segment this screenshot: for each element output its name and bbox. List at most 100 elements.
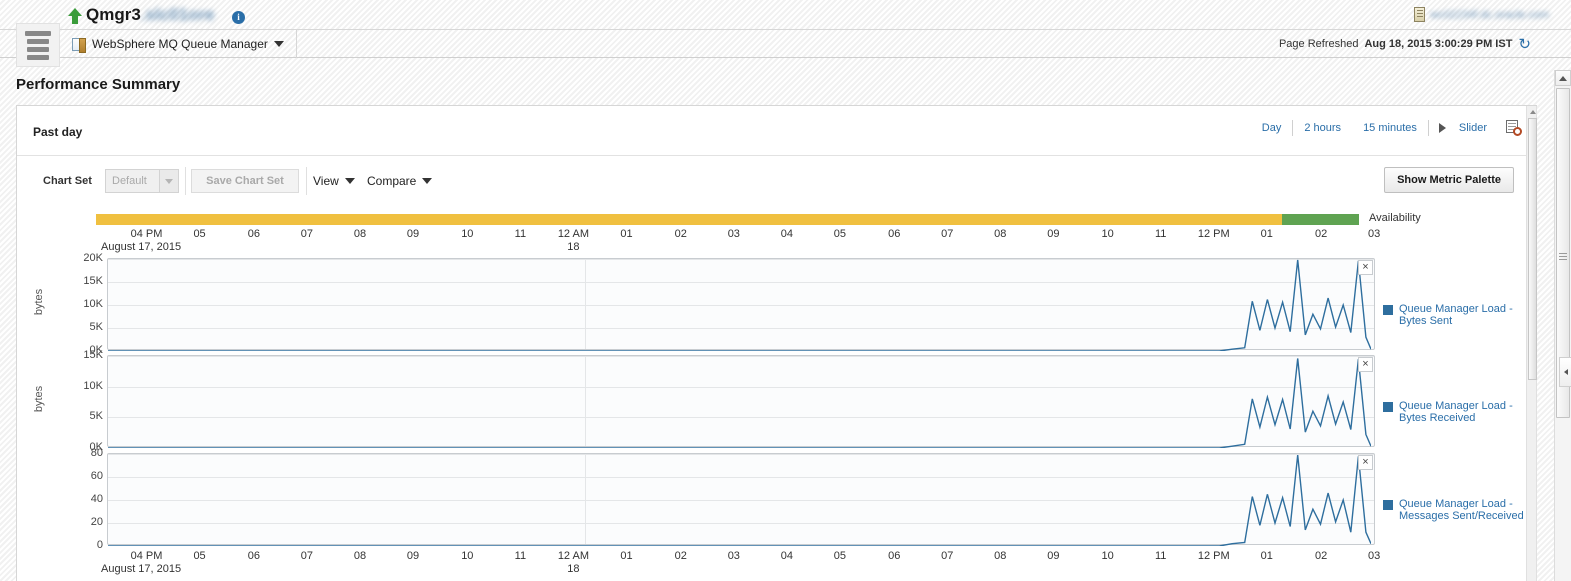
axis-tick-4: 08 — [354, 228, 366, 241]
axis-tick-4: 08 — [354, 550, 366, 563]
close-chart-icon[interactable]: × — [1358, 455, 1373, 470]
slider-link[interactable]: Slider — [1448, 122, 1498, 134]
axis-tick-6: 10 — [461, 550, 473, 563]
panel-scroll-thumb[interactable] — [1528, 118, 1537, 380]
axis-tick-label: 08 — [353, 550, 367, 562]
axis-tick-18: 10 — [1102, 550, 1114, 563]
y-axis-1: 0K 5K 10K 15K bytes — [17, 349, 103, 453]
legend-swatch — [1383, 402, 1393, 412]
axis-tick-9: 01 — [620, 228, 632, 241]
show-metric-palette-button[interactable]: Show Metric Palette — [1384, 167, 1514, 193]
y-tick-label: 80 — [90, 447, 103, 459]
series-line-0 — [108, 259, 1371, 351]
axis-tick-label: 01 — [620, 550, 633, 562]
axis-tick-label: 01 — [1260, 228, 1273, 240]
axis-tick-17: 09 — [1047, 550, 1059, 563]
range-link-15-minutes[interactable]: 15 minutes — [1352, 122, 1428, 134]
y-tick-label: 15K — [83, 349, 103, 361]
legend-label[interactable]: Queue Manager Load - Messages Sent/Recei… — [1399, 498, 1527, 522]
axis-tick-sublabel: 18 — [567, 563, 580, 575]
legend-label[interactable]: Queue Manager Load - Bytes Sent — [1399, 303, 1527, 327]
bottom-axis-ticks: 04 PM 05 06 07 08 09 10 11 12 AM 18 01 02 03 04 05 06 07… — [96, 550, 1381, 580]
axis-tick-label: 05 — [833, 550, 847, 562]
axis-tick-15: 07 — [941, 550, 953, 563]
axis-tick-22: 02 — [1315, 550, 1327, 563]
calendar-clock-icon[interactable] — [1506, 120, 1522, 136]
axis-tick-23: 03 — [1368, 550, 1380, 563]
range-link-2-hours[interactable]: 2 hours — [1293, 122, 1352, 134]
toolbar-divider-1 — [185, 167, 186, 195]
axis-tick-5: 09 — [407, 228, 419, 241]
axis-tick-label: 12 AM — [557, 228, 589, 240]
axis-tick-6: 10 — [461, 228, 473, 241]
axis-tick-label: 04 — [780, 550, 793, 562]
axis-tick-label: 02 — [1314, 550, 1328, 562]
series-line-1 — [108, 358, 1371, 448]
slider-expand-icon[interactable] — [1438, 123, 1446, 133]
target-type-label: WebSphere MQ Queue Manager — [92, 37, 268, 51]
axis-tick-label: 09 — [406, 228, 420, 240]
availability-bar[interactable] — [96, 214, 1359, 225]
axis-tick-16: 08 — [994, 550, 1006, 563]
y-axis-title: bytes — [33, 288, 45, 316]
info-icon[interactable]: i — [232, 11, 245, 24]
target-type-menu[interactable]: WebSphere MQ Queue Manager — [70, 30, 297, 58]
axis-tick-8: 12 AM 18 — [558, 550, 589, 576]
chart-legend-1: Queue Manager Load - Bytes Received — [1383, 400, 1527, 424]
save-chart-set-button[interactable]: Save Chart Set — [191, 169, 299, 193]
axis-tick-label: 01 — [1260, 550, 1273, 562]
performance-summary-page: Qmgr3.slc01ore i wc02234f.dc.oracle.com … — [0, 0, 1571, 581]
axis-tick-label: 04 — [780, 228, 793, 240]
axis-tick-label: 01 — [620, 228, 633, 240]
plot-area-2[interactable]: × — [107, 453, 1375, 546]
axis-tick-sublabel: 18 — [567, 241, 580, 253]
toolbar-divider-2 — [306, 167, 307, 195]
axis-tick-label: 02 — [1314, 228, 1328, 240]
plot-area-1[interactable]: × — [107, 355, 1375, 448]
y-axis-0: 0K 5K 10K 15K 20K bytes — [17, 252, 103, 356]
axis-tick-20: 12 PM — [1198, 228, 1230, 241]
chart-set-toolbar: Chart Set Default Save Chart Set View Co… — [17, 157, 1536, 210]
host-name-text: wc02234f.dc.oracle.com — [1430, 8, 1549, 21]
context-bar: WebSphere MQ Queue Manager Page Refreshe… — [0, 29, 1571, 58]
axis-tick-label: 08 — [353, 228, 367, 240]
chart-set-select[interactable]: Default — [105, 169, 179, 193]
axis-tick-7: 11 — [515, 550, 526, 563]
view-menu-button[interactable]: View — [313, 169, 355, 193]
panel-collapse-tab[interactable] — [1559, 357, 1571, 387]
chevron-down-icon[interactable] — [159, 170, 178, 192]
close-chart-icon[interactable]: × — [1358, 260, 1373, 275]
axis-tick-13: 05 — [834, 550, 846, 563]
axis-tick-12: 04 — [781, 228, 793, 241]
compare-menu-button[interactable]: Compare — [367, 169, 433, 193]
axis-tick-label: 04 PM — [130, 550, 163, 562]
hamburger-menu-icon[interactable] — [16, 23, 60, 67]
axis-tick-label: 07 — [300, 550, 314, 562]
panel-scrollbar[interactable] — [1526, 106, 1537, 581]
host-indicator[interactable]: wc02234f.dc.oracle.com — [1414, 7, 1549, 22]
page-refreshed-status: Page Refreshed Aug 18, 2015 3:00:29 PM I… — [1279, 30, 1531, 58]
axis-tick-label: 05 — [833, 228, 847, 240]
chevron-down-icon — [422, 178, 433, 184]
chart-set-value: Default — [112, 175, 147, 187]
scroll-up-button[interactable] — [1555, 70, 1571, 86]
chart-block-1: 0K 5K 10K 15K bytes × Queue Manager Load - Byt… — [17, 349, 1536, 453]
menu-bar-2 — [27, 38, 49, 44]
range-link-day[interactable]: Day — [1251, 122, 1293, 134]
close-chart-icon[interactable]: × — [1358, 357, 1373, 372]
axis-tick-21: 01 — [1261, 228, 1273, 241]
axis-tick-11: 03 — [728, 550, 740, 563]
refresh-icon[interactable]: ↻ — [1518, 37, 1531, 52]
chart-legend-0: Queue Manager Load - Bytes Sent — [1383, 303, 1527, 327]
legend-swatch — [1383, 305, 1393, 315]
plot-area-0[interactable]: × — [107, 258, 1375, 351]
legend-label[interactable]: Queue Manager Load - Bytes Received — [1399, 400, 1527, 424]
window-scrollbar[interactable] — [1554, 70, 1571, 581]
axis-tick-14: 06 — [888, 228, 900, 241]
axis-tick-label: 08 — [994, 228, 1007, 240]
y-tick-label: 20K — [83, 252, 103, 264]
page-title: Performance Summary — [16, 76, 181, 93]
scroll-up-icon[interactable] — [1528, 107, 1537, 116]
target-title: Qmgr3.slc01ore — [86, 5, 215, 25]
bottom-axis-date: August 17, 2015 — [101, 563, 182, 575]
